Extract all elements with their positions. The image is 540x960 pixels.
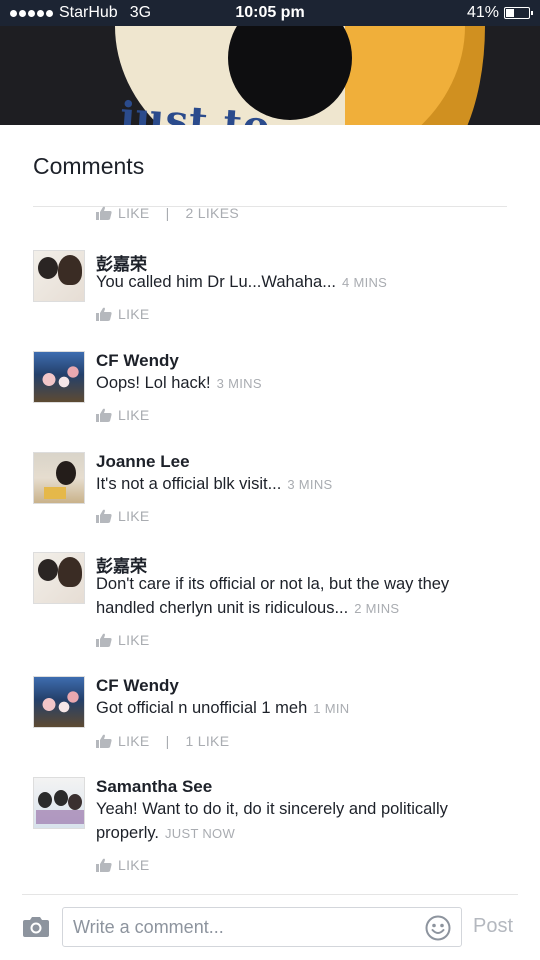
battery-icon: [504, 7, 533, 19]
network-type: 3G: [129, 4, 152, 21]
camera-icon[interactable]: [22, 914, 50, 938]
comment-author[interactable]: Samantha See: [96, 777, 212, 797]
like-count[interactable]: 1 LIKE: [186, 733, 230, 749]
thumbs-up-icon: [96, 734, 112, 748]
previous-comment-like-row: LIKE | 2 LIKES: [96, 205, 239, 221]
comment-author[interactable]: CF Wendy: [96, 676, 179, 696]
like-button[interactable]: LIKE: [118, 632, 150, 648]
thumbs-up-icon: [96, 858, 112, 872]
thumbs-up-icon: [96, 206, 112, 220]
comment-time: 4 MINS: [342, 275, 388, 290]
comment-time: 3 MINS: [287, 477, 333, 492]
avatar[interactable]: [33, 351, 85, 403]
comment-like-row: LIKE: [96, 407, 150, 423]
comment-time: JUST NOW: [164, 826, 236, 841]
thumbs-up-icon: [96, 408, 112, 422]
like-button[interactable]: LIKE: [118, 857, 150, 873]
avatar[interactable]: [33, 676, 85, 728]
avatar[interactable]: [33, 452, 85, 504]
comment-text: You called him Dr Lu...Wahaha... 4 MINS: [96, 270, 496, 295]
avatar[interactable]: [33, 250, 85, 302]
comment-time: 2 MINS: [354, 601, 400, 616]
like-count[interactable]: 2 LIKES: [186, 205, 239, 221]
comment-like-row: LIKE: [96, 857, 150, 873]
comment-body: It's not a official blk visit...: [96, 475, 282, 493]
smiley-icon[interactable]: [425, 915, 451, 941]
comment-input[interactable]: [63, 908, 403, 946]
comment-time: 3 MINS: [216, 376, 262, 391]
comment-text: Oops! Lol hack! 3 MINS: [96, 371, 496, 396]
like-button[interactable]: LIKE: [118, 306, 150, 322]
comment-text: It's not a official blk visit... 3 MINS: [96, 472, 496, 497]
comment-text: Don't care if its official or not la, bu…: [96, 572, 496, 621]
like-button[interactable]: LIKE: [118, 407, 150, 423]
sheet-title: Comments: [33, 153, 145, 179]
separator: |: [165, 205, 170, 221]
comment-body: Got official n unofficial 1 meh: [96, 699, 308, 717]
comment-like-row: LIKE | 1 LIKE: [96, 733, 229, 749]
avatar[interactable]: [33, 777, 85, 829]
comments-sheet: Comments LIKE | 2 LIKES 彭嘉荣 You called h…: [0, 125, 540, 960]
comment-author[interactable]: CF Wendy: [96, 351, 179, 371]
status-bar: StarHub 3G 10:05 pm 41%: [0, 0, 540, 26]
like-button[interactable]: LIKE: [118, 205, 150, 221]
comment-author[interactable]: Joanne Lee: [96, 452, 190, 472]
post-button[interactable]: Post: [473, 915, 513, 938]
thumbs-up-icon: [96, 307, 112, 321]
comment-like-row: LIKE: [96, 508, 150, 524]
comment-body: Yeah! Want to do it, do it sincerely and…: [96, 800, 448, 842]
comment-like-row: LIKE: [96, 632, 150, 648]
thumbs-up-icon: [96, 633, 112, 647]
comment-text: Got official n unofficial 1 meh 1 MIN: [96, 696, 496, 721]
comment-text: Yeah! Want to do it, do it sincerely and…: [96, 797, 496, 846]
comment-input-box[interactable]: [62, 907, 462, 947]
carrier-name: StarHub: [59, 4, 118, 21]
post-photo-background: just to: [0, 26, 540, 125]
like-button[interactable]: LIKE: [118, 733, 150, 749]
comment-time: 1 MIN: [313, 701, 350, 716]
battery-percent: 41%: [466, 4, 499, 21]
separator: |: [165, 733, 170, 749]
avatar[interactable]: [33, 552, 85, 604]
comment-body: Oops! Lol hack!: [96, 374, 211, 392]
signal-strength-icon: [10, 9, 53, 17]
comment-composer: Post: [0, 895, 540, 960]
comment-body: You called him Dr Lu...Wahaha...: [96, 273, 336, 291]
thumbs-up-icon: [96, 509, 112, 523]
comment-like-row: LIKE: [96, 306, 150, 322]
like-button[interactable]: LIKE: [118, 508, 150, 524]
